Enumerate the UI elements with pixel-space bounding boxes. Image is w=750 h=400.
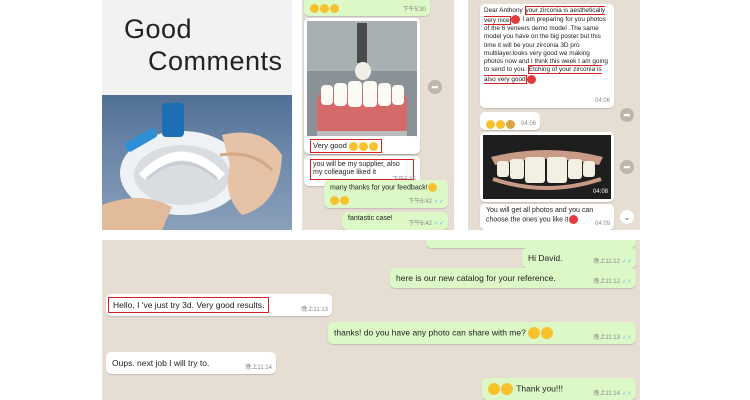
message-text: Very good [313,141,347,150]
blush-emoji-icon [427,183,437,192]
smile-emoji-icon [528,327,541,339]
chat-panel-right[interactable]: Dear Anthony your zirconia is aesthetica… [468,0,640,230]
emoji-bubble-top: 下午5:30 [304,0,430,16]
read-ticks-icon: ✓✓ [621,278,632,285]
message-photos: You will get all photos and you can choo… [480,204,614,230]
read-ticks-icon: ✓✓ [621,334,632,341]
message-letter: Dear Anthony your zirconia is aesthetica… [480,4,614,108]
read-ticks-icon: ✓✓ [433,220,444,227]
message-time: 晚上11:13 [301,306,328,313]
chat-panel-middle[interactable]: 下午5:30 ➦ Very good you will be my suppli… [302,0,454,230]
image-message-teeth[interactable]: 04:08 [480,132,614,202]
read-ticks-icon: ✓✓ [621,390,632,397]
read-ticks-icon: ✓✓ [621,258,632,265]
message-tried: Hello, I 've just try 3d. Very good resu… [106,294,332,316]
title-good: Good [124,14,193,44]
blush-emoji-icon [330,195,339,205]
message-text: here is our new catalog for your referen… [396,273,556,283]
heart-emoji-icon [510,15,520,25]
emoji-message: 04:06 [480,112,540,130]
message-catalog: here is our new catalog for your referen… [390,268,636,288]
emoji-bubble [426,240,636,248]
message-time: 晚上11:13 ✓✓ [593,334,632,341]
thumbs-up-emoji-icon [330,4,339,14]
message-photo-share: thanks! do you have any photo can share … [328,322,636,344]
message-time: 晚上11:12 ✓✓ [593,258,632,265]
heart-emoji-icon [568,215,578,225]
message-text: Hi David. [528,253,563,263]
chat-panel-bottom[interactable]: Hi David. 晚上11:12 ✓✓ here is our new cata… [102,240,640,400]
smile-emoji-icon [541,327,554,339]
forward-icon[interactable]: ➦ [620,160,634,174]
read-ticks-icon: ✓✓ [433,198,444,205]
message-time: 晚上11:12 ✓✓ [593,278,632,285]
message-hi: Hi David. 晚上11:12 ✓✓ [522,248,636,268]
message-time: 04:09 [594,220,610,227]
thumbs-up-emoji-icon [496,120,505,130]
message-text: many thanks for your feedback! [330,184,428,192]
scroll-down-icon[interactable]: ⌄ [620,210,634,224]
forward-icon[interactable]: ➦ [428,80,442,94]
message-text: Thank you!!! [516,383,563,394]
smile-emoji-icon [310,4,319,14]
dental-scanner-photo [102,95,292,230]
highlight-box: Hello, I 've just try 3d. Very good resu… [108,297,270,314]
message-time: 晚上11:14 [245,364,272,371]
blush-emoji-icon [488,383,500,395]
blush-emoji-icon [501,383,513,395]
message-time: 下午6:42 ✓✓ [408,220,444,227]
title-comments: Comments [148,46,283,76]
message-time: 04:06 [594,98,610,105]
heart-emoji-icon [526,74,536,84]
smile-emoji-icon [348,141,358,151]
veneers-photo [483,135,611,199]
thumbs-up-emoji-icon [486,120,495,130]
smile-emoji-icon [320,4,329,14]
message-time: 下午5:30 [402,6,426,13]
message-text: Dear Anthony [484,7,523,14]
highlight-box: Very good [310,139,382,153]
message-fantastic: fantastic case! 下午6:42 ✓✓ [342,212,448,230]
message-next-job: Oups. next job I will try to. 晚上11:14 [106,352,276,374]
forward-icon[interactable]: ➦ [620,108,634,122]
title-panel: Good Comments [102,0,292,95]
message-time: 04:08 [592,188,608,195]
message-thanks-feedback: many thanks for your feedback! 下午6:42 ✓✓ [324,180,448,208]
thumbs-up-emoji-icon [358,141,368,151]
message-text: Oups. next job I will try to. [112,358,210,368]
zirconia-crowns-photo [307,21,417,151]
message-time: 04:06 [520,120,536,127]
message-text: fantastic case! [348,215,393,222]
message-time: 晚上11:14 ✓✓ [593,390,632,397]
medal-emoji-icon [506,120,515,130]
message-text: thanks! do you have any photo can share … [334,327,526,338]
message-time: 下午6:42 ✓✓ [408,198,444,205]
message-very-good: Very good [304,136,420,154]
image-message[interactable] [304,18,420,154]
dental-scanner-illustration [102,103,282,230]
blush-emoji-icon [340,195,349,205]
message-thank-you: Thank you!!! 晚上11:14 ✓✓ [482,378,636,400]
muscle-emoji-icon [368,141,378,151]
